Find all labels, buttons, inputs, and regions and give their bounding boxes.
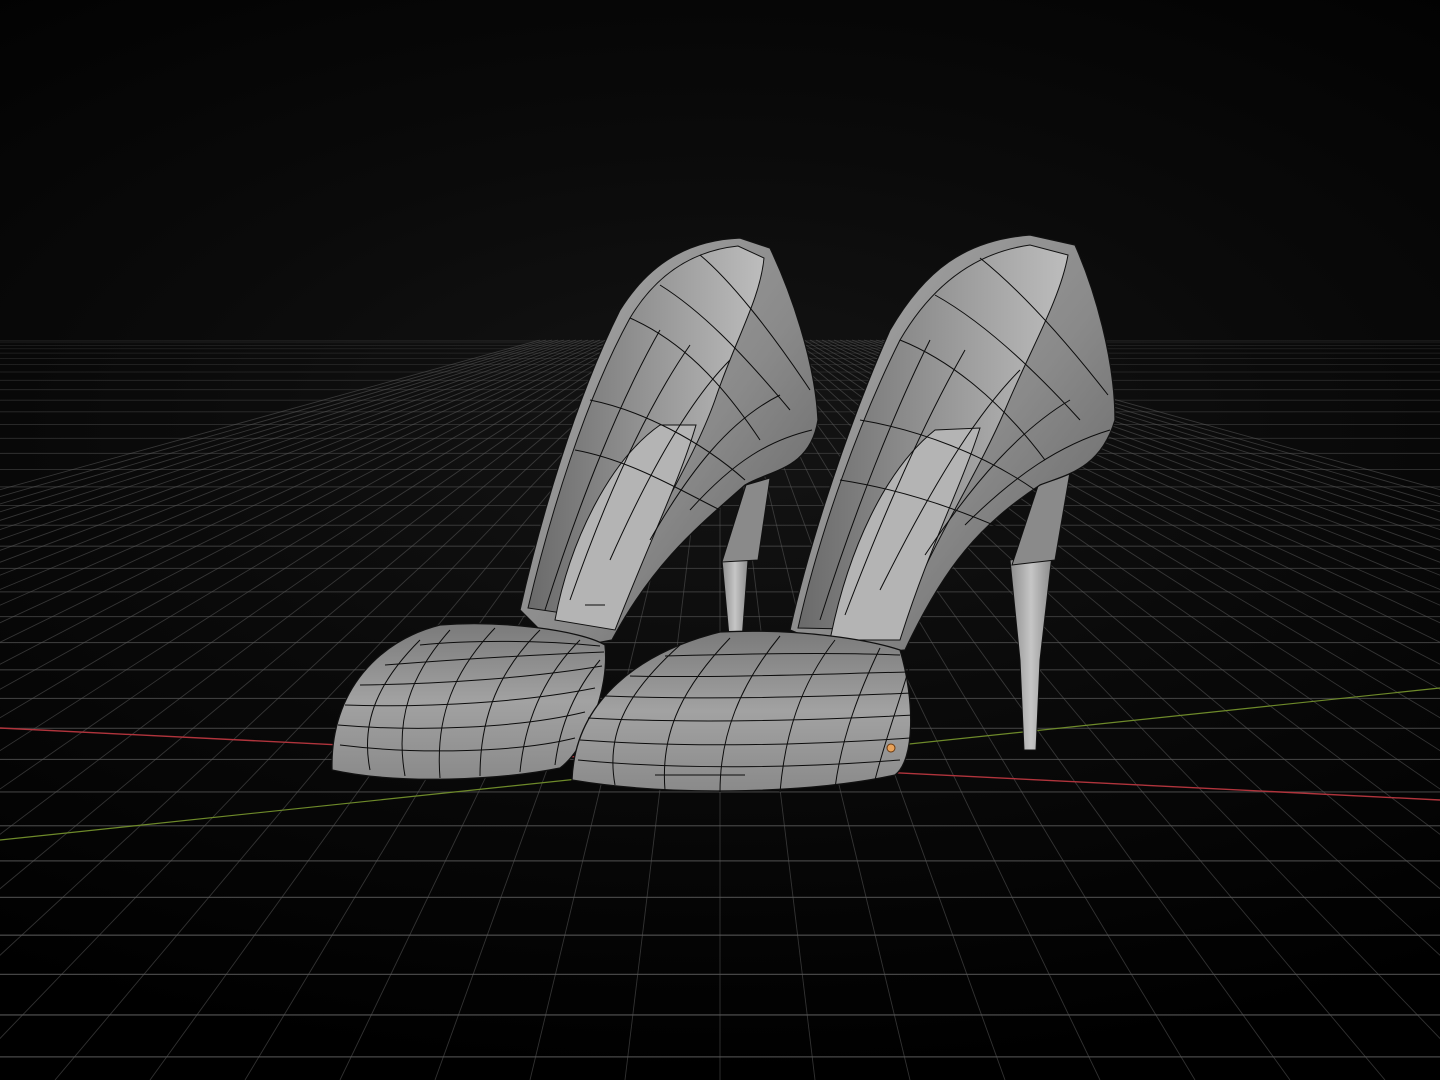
left-shoe-toe	[331, 623, 607, 780]
3d-viewport[interactable]	[0, 0, 1440, 1080]
right-shoe-heel	[1009, 554, 1053, 751]
object-origin-marker	[886, 743, 896, 753]
viewport-canvas[interactable]	[0, 0, 1440, 1080]
